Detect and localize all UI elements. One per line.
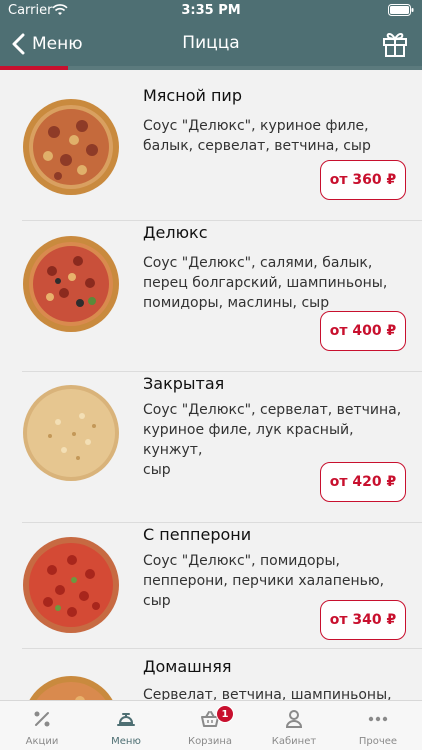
item-name: Домашняя bbox=[143, 657, 232, 676]
list-item[interactable]: Мясной пир Соус "Делюкс", куриное филе, … bbox=[0, 70, 422, 220]
tab-account[interactable]: Кабинет bbox=[252, 701, 336, 750]
item-description: Соус "Делюкс", куриное филе, балык, серв… bbox=[143, 118, 371, 154]
navigation-bar: Меню Пицца bbox=[0, 22, 422, 66]
item-description: Сервелат, ветчина, шампиньоны, bbox=[143, 687, 392, 700]
page-title: Пицца bbox=[182, 33, 240, 53]
cart-badge: 1 bbox=[216, 705, 234, 723]
tab-label: Корзина bbox=[187, 736, 233, 747]
product-list[interactable]: Мясной пир Соус "Делюкс", куриное филе, … bbox=[0, 70, 422, 700]
price-button[interactable]: от 400 ₽ bbox=[320, 311, 406, 351]
pizza-image bbox=[23, 537, 119, 633]
tab-label: Акции bbox=[25, 736, 59, 747]
item-name: Закрытая bbox=[143, 374, 225, 393]
status-time: 3:35 PM bbox=[181, 3, 241, 18]
price-button[interactable]: от 340 ₽ bbox=[320, 600, 406, 640]
pizza-image bbox=[23, 99, 119, 195]
list-item[interactable]: Делюкс Соус "Делюкс", салями, балык, пер… bbox=[0, 221, 422, 371]
list-item[interactable]: С пепперони Соус "Делюкс", помидоры, пеп… bbox=[0, 523, 422, 653]
food-menu-icon bbox=[117, 713, 135, 726]
tab-label: Прочее bbox=[358, 736, 398, 747]
tab-cart[interactable]: 1 Корзина bbox=[168, 701, 252, 750]
tab-label: Кабинет bbox=[271, 736, 317, 747]
price-button[interactable]: от 420 ₽ bbox=[320, 462, 406, 502]
tab-promotions[interactable]: Акции bbox=[0, 701, 84, 750]
pizza-image bbox=[29, 676, 113, 700]
list-item[interactable]: Закрытая Соус "Делюкс", сервелат, ветчин… bbox=[0, 372, 422, 522]
tab-bar: Акции Меню 1 Корзина Кабинет Прочее bbox=[0, 700, 422, 750]
percent-icon bbox=[34, 711, 50, 727]
user-icon bbox=[285, 710, 303, 728]
list-item[interactable]: Домашняя Сервелат, ветчина, шампиньоны, bbox=[0, 649, 422, 700]
item-description: Соус "Делюкс", салями, балык, перец болг… bbox=[143, 255, 388, 311]
top-header: Carrier 3:35 PM Меню Пицца bbox=[0, 0, 422, 70]
tab-more[interactable]: Прочее bbox=[336, 701, 420, 750]
price-button[interactable]: от 360 ₽ bbox=[320, 160, 406, 200]
gift-icon[interactable] bbox=[380, 28, 410, 58]
pizza-image bbox=[23, 385, 119, 481]
tab-label: Меню bbox=[111, 736, 141, 747]
more-icon bbox=[368, 716, 388, 722]
item-name: Делюкс bbox=[143, 223, 208, 242]
status-bar: Carrier 3:35 PM bbox=[0, 0, 422, 22]
item-name: С пепперони bbox=[143, 525, 252, 544]
tab-menu[interactable]: Меню bbox=[84, 701, 168, 750]
battery-icon bbox=[388, 4, 414, 16]
item-name: Мясной пир bbox=[143, 86, 242, 105]
pizza-image bbox=[23, 236, 119, 332]
